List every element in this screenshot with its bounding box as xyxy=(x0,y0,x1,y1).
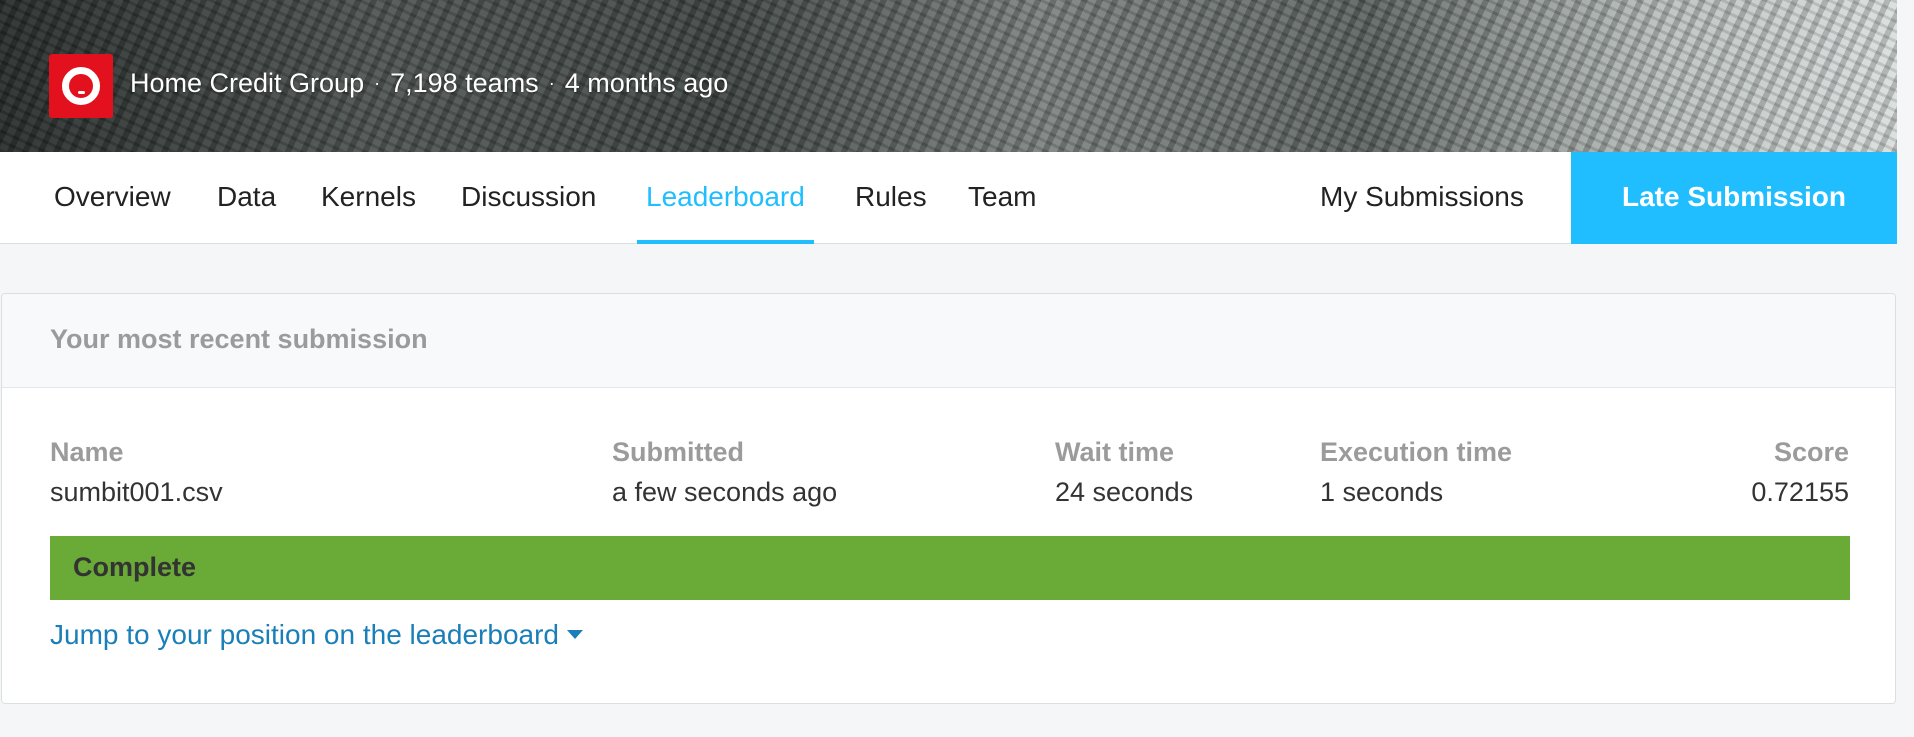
competition-banner: Home Credit Group · 7,198 teams · 4 months a… xyxy=(0,0,1897,152)
execution-time-column-label: Execution time xyxy=(1320,437,1513,467)
wait-time-column-label: Wait time xyxy=(1055,437,1175,467)
score-column-label: Score xyxy=(1773,437,1849,467)
meta-separator: · xyxy=(374,73,381,93)
logo-ring xyxy=(62,67,100,105)
card-title: Your most recent submission xyxy=(50,324,428,354)
my-submissions-link[interactable]: My Submissions xyxy=(1320,152,1524,244)
tab-leaderboard[interactable]: Leaderboard xyxy=(637,152,814,244)
tab-kernels[interactable]: Kernels xyxy=(321,152,416,244)
competition-meta: Home Credit Group · 7,198 teams · 4 months a… xyxy=(130,68,728,99)
jump-link-text[interactable]: Jump to your position on the leaderboard xyxy=(50,619,559,650)
caret-down-icon[interactable] xyxy=(567,630,583,639)
home-credit-logo-icon[interactable] xyxy=(49,54,113,118)
recent-submission-card: Your most recent submission Name sumbit0… xyxy=(1,293,1896,704)
meta-separator: · xyxy=(548,73,555,93)
submitted-value: a few seconds ago xyxy=(612,477,838,507)
wait-time-value: 24 seconds xyxy=(1055,477,1194,507)
competition-nav: Overview Data Kernels Discussion Leaderb… xyxy=(0,152,1897,244)
tab-rules[interactable]: Rules xyxy=(855,152,927,244)
submitted-column-label: Submitted xyxy=(612,437,744,467)
tab-discussion[interactable]: Discussion xyxy=(461,152,596,244)
competition-age: 4 months ago xyxy=(564,68,729,98)
team-count: 7,198 teams xyxy=(390,68,539,98)
tab-team[interactable]: Team xyxy=(968,152,1036,244)
card-header: Your most recent submission xyxy=(2,294,1895,388)
tab-overview[interactable]: Overview xyxy=(54,152,171,244)
execution-time-value: 1 seconds xyxy=(1320,477,1444,507)
late-submission-button[interactable]: Late Submission xyxy=(1571,152,1897,244)
status-label: Complete xyxy=(73,552,197,582)
name-column-label: Name xyxy=(50,437,124,467)
jump-to-position-link[interactable]: Jump to your position on the leaderboard xyxy=(50,619,583,651)
score-value: 0.72155 xyxy=(1751,477,1849,507)
tab-data[interactable]: Data xyxy=(217,152,276,244)
submission-name: sumbit001.csv xyxy=(50,477,223,507)
status-bar: Complete xyxy=(50,536,1850,600)
organization-name[interactable]: Home Credit Group xyxy=(130,68,364,98)
